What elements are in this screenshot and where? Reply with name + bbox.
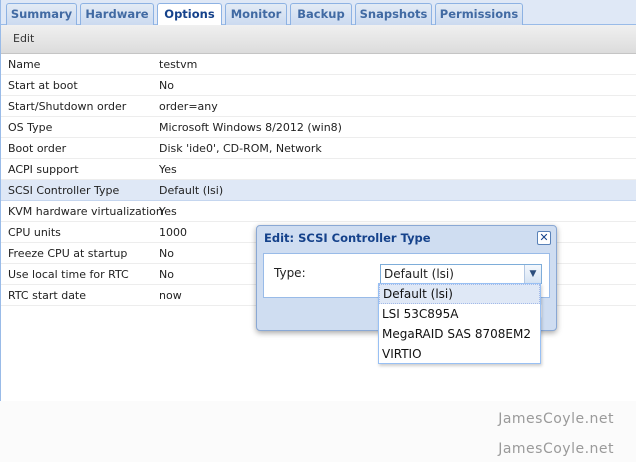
dropdown-option-lsi-53c895a[interactable]: LSI 53C895A bbox=[379, 304, 540, 324]
tab-bar: Summary Hardware Options Monitor Backup … bbox=[1, 0, 636, 26]
type-label: Type: bbox=[274, 266, 306, 280]
option-row-startup-order[interactable]: Start/Shutdown order order=any bbox=[1, 96, 636, 117]
option-name: Freeze CPU at startup bbox=[8, 247, 128, 260]
tab-snapshots[interactable]: Snapshots bbox=[355, 3, 432, 25]
option-value: Yes bbox=[159, 163, 177, 176]
footer-area: JamesCoyle.net JamesCoyle.net bbox=[0, 401, 636, 462]
chevron-down-icon: ▼ bbox=[529, 269, 537, 279]
type-dropdown-list: Default (lsi) LSI 53C895A MegaRAID SAS 8… bbox=[378, 283, 541, 364]
option-row-kvm[interactable]: KVM hardware virtualization Yes bbox=[1, 201, 636, 222]
option-name: KVM hardware virtualization bbox=[8, 205, 163, 218]
option-row-name[interactable]: Name testvm bbox=[1, 54, 636, 75]
dialog-title: Edit: SCSI Controller Type bbox=[264, 231, 431, 245]
tab-hardware[interactable]: Hardware bbox=[80, 3, 154, 25]
option-value: Microsoft Windows 8/2012 (win8) bbox=[159, 121, 342, 134]
type-select[interactable]: Default (lsi) ▼ bbox=[380, 264, 542, 284]
tab-backup[interactable]: Backup bbox=[290, 3, 352, 25]
option-value: now bbox=[159, 289, 182, 302]
option-row-scsi-controller[interactable]: SCSI Controller Type Default (lsi) bbox=[1, 180, 636, 201]
option-row-os-type[interactable]: OS Type Microsoft Windows 8/2012 (win8) bbox=[1, 117, 636, 138]
tab-permissions[interactable]: Permissions bbox=[435, 3, 523, 25]
option-value: 1000 bbox=[159, 226, 187, 239]
toolbar: Edit bbox=[1, 25, 636, 54]
option-name: OS Type bbox=[8, 121, 53, 134]
dropdown-option-virtio[interactable]: VIRTIO bbox=[379, 344, 540, 364]
dropdown-option-default-lsi[interactable]: Default (lsi) bbox=[379, 284, 540, 304]
tab-summary[interactable]: Summary bbox=[6, 3, 77, 25]
option-value: Yes bbox=[159, 205, 177, 218]
close-icon[interactable]: ✕ bbox=[537, 231, 551, 245]
option-value: No bbox=[159, 247, 174, 260]
option-value: order=any bbox=[159, 100, 218, 113]
option-name: Start at boot bbox=[8, 79, 78, 92]
type-select-value: Default (lsi) bbox=[384, 267, 454, 281]
option-name: RTC start date bbox=[8, 289, 87, 302]
option-value: Default (lsi) bbox=[159, 184, 224, 197]
option-row-start-at-boot[interactable]: Start at boot No bbox=[1, 75, 636, 96]
option-name: CPU units bbox=[8, 226, 61, 239]
option-value: No bbox=[159, 268, 174, 281]
option-name: Boot order bbox=[8, 142, 67, 155]
option-value: testvm bbox=[159, 58, 198, 71]
option-row-acpi[interactable]: ACPI support Yes bbox=[1, 159, 636, 180]
option-name: SCSI Controller Type bbox=[8, 184, 120, 197]
watermark-text: JamesCoyle.net bbox=[498, 441, 614, 457]
edit-button[interactable]: Edit bbox=[7, 30, 40, 48]
dropdown-option-megaraid[interactable]: MegaRAID SAS 8708EM2 bbox=[379, 324, 540, 344]
option-row-boot-order[interactable]: Boot order Disk 'ide0', CD-ROM, Network bbox=[1, 138, 636, 159]
option-name: Name bbox=[8, 58, 41, 71]
tab-options[interactable]: Options bbox=[157, 3, 222, 26]
option-value: Disk 'ide0', CD-ROM, Network bbox=[159, 142, 322, 155]
combo-trigger-button[interactable]: ▼ bbox=[524, 265, 541, 283]
tab-monitor[interactable]: Monitor bbox=[225, 3, 287, 25]
option-name: Use local time for RTC bbox=[8, 268, 129, 281]
watermark-text: JamesCoyle.net bbox=[498, 411, 614, 427]
option-name: Start/Shutdown order bbox=[8, 100, 127, 113]
option-name: ACPI support bbox=[8, 163, 79, 176]
option-value: No bbox=[159, 79, 174, 92]
